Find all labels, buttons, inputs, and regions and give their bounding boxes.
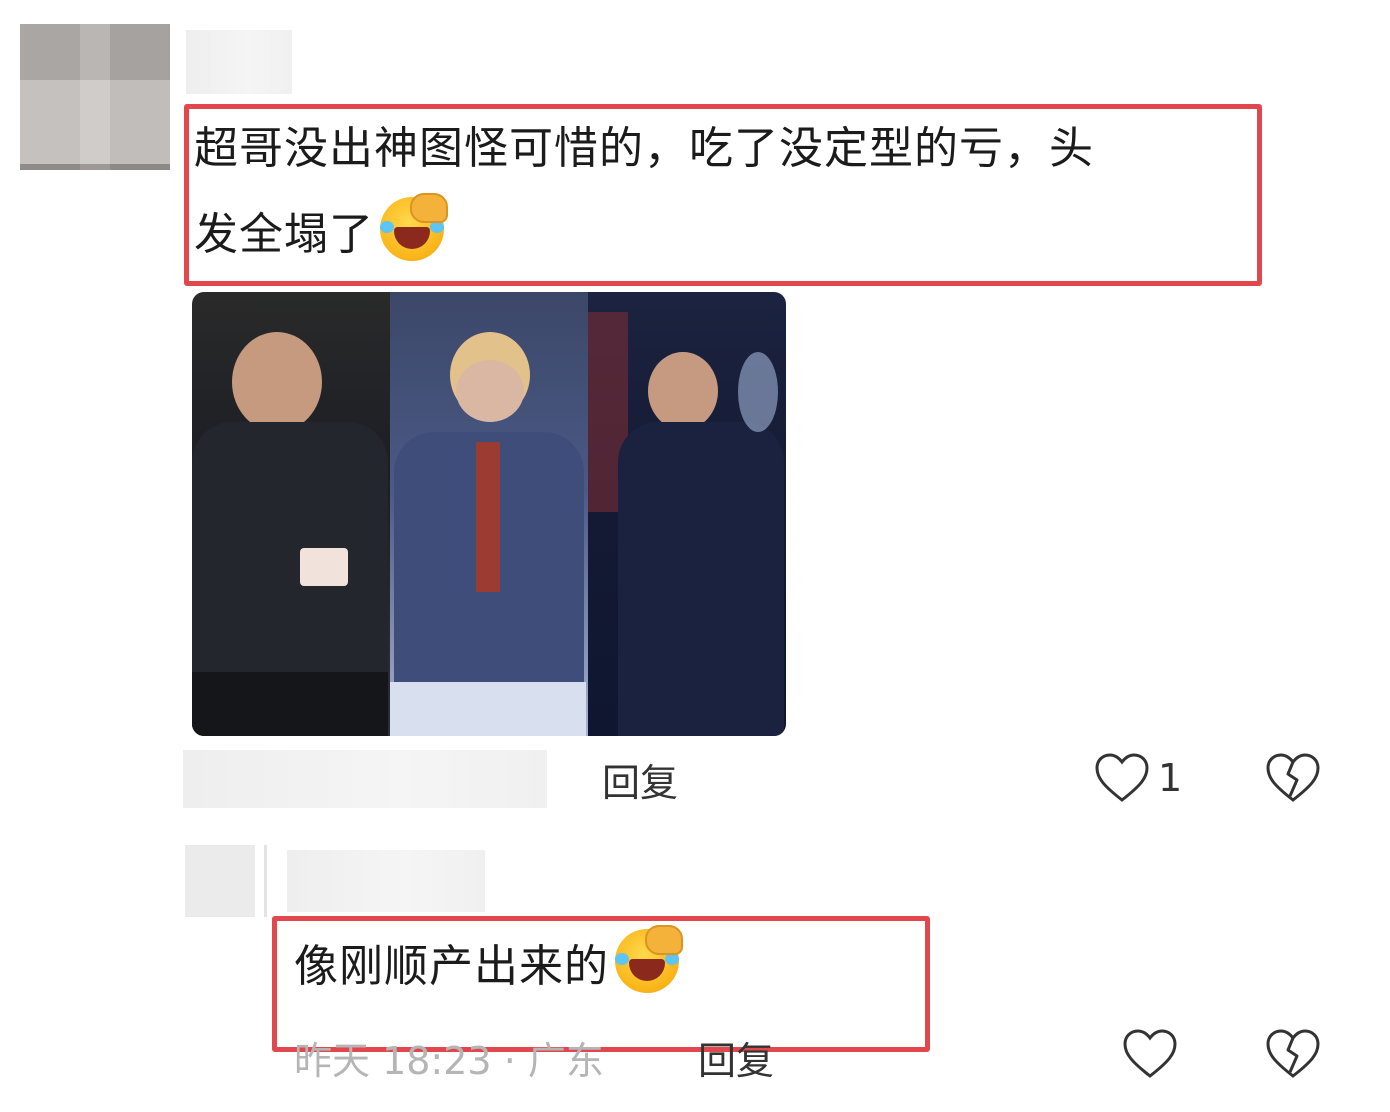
reply-location: 广东 (527, 1039, 604, 1083)
photo-panel-2 (390, 292, 588, 736)
thread-line (264, 845, 267, 917)
comment-text-line-2: 发全塌了 (194, 190, 448, 280)
reply-author-name-blurred[interactable] (287, 850, 485, 912)
heart-outline-icon[interactable] (1122, 1028, 1178, 1080)
like-count: 1 (1158, 756, 1183, 800)
reply-meta: 昨天 18:23 · 广东 (294, 1030, 604, 1085)
comment-text-line-2-label: 发全塌了 (194, 209, 374, 260)
reply-reply-button[interactable]: 回复 (698, 1030, 774, 1085)
broken-heart-icon[interactable] (1265, 1028, 1321, 1080)
reply-author-avatar[interactable] (185, 845, 255, 917)
author-avatar[interactable] (20, 24, 170, 170)
comment-image[interactable] (192, 292, 786, 736)
photo-panel-3 (588, 292, 786, 736)
reply-text: 像刚顺产出来的 (294, 922, 683, 1012)
laughing-face-emoji-icon (380, 193, 448, 261)
comment-timestamp-blurred (183, 750, 547, 808)
comment-text-line-1: 超哥没出神图怪可惜的，吃了没定型的亏，头 (194, 123, 1094, 174)
reply-timestamp: 昨天 18:23 (294, 1039, 492, 1083)
heart-outline-icon[interactable] (1094, 752, 1150, 804)
photo-panel-1 (192, 292, 390, 736)
author-name-blurred[interactable] (186, 30, 292, 94)
broken-heart-icon[interactable] (1265, 752, 1321, 804)
meta-separator: · (503, 1039, 516, 1083)
reply-button[interactable]: 回复 (602, 752, 678, 807)
reply-text-label: 像刚顺产出来的 (294, 941, 609, 992)
laughing-face-emoji-icon (615, 925, 683, 993)
